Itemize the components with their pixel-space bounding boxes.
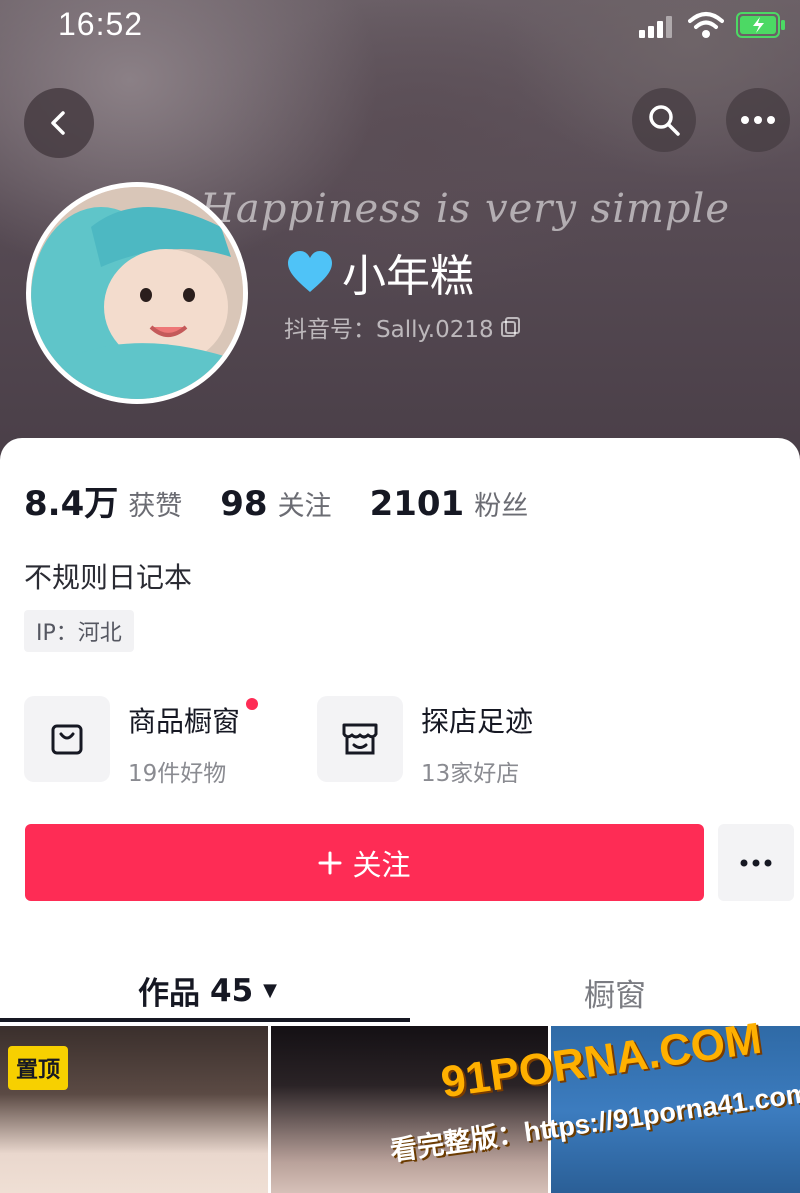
- battery-charging-icon: [736, 12, 785, 38]
- cellular-signal-icon: [639, 16, 672, 38]
- store-visits-entry[interactable]: 探店足迹 13家好店: [317, 696, 533, 788]
- feature-icon-box: [24, 696, 110, 782]
- stat-followers[interactable]: 2101 粉丝: [370, 484, 529, 524]
- search-icon: [649, 105, 680, 136]
- feature-text: 探店足迹 13家好店: [421, 696, 533, 788]
- pinned-badge: 置顶: [8, 1046, 69, 1090]
- cover-tagline: Happiness is very simple: [200, 186, 730, 232]
- more-dots-icon: [741, 116, 775, 124]
- more-options-button[interactable]: [726, 88, 790, 152]
- status-time: 16:52: [58, 6, 144, 42]
- wifi-icon: [688, 12, 724, 38]
- stat-label: 粉丝: [474, 491, 529, 522]
- nickname: 小年糕: [286, 240, 474, 304]
- avatar-photo: [31, 187, 243, 399]
- caret-down-icon[interactable]: ▼: [263, 980, 277, 1001]
- avatar[interactable]: [26, 182, 248, 404]
- shopping-bag-icon: [51, 724, 83, 755]
- feature-subtitle: 19件好物: [128, 761, 227, 787]
- stat-following[interactable]: 98 关注: [220, 484, 331, 524]
- feature-title-text: 商品橱窗: [128, 705, 241, 738]
- douyin-id[interactable]: 抖音号：Sally.0218: [284, 310, 522, 344]
- status-bar: 16:52: [0, 0, 800, 50]
- bio: 不规则日记本: [24, 561, 193, 594]
- profile-cover: 16:52 Happiness is very simple 小年糕 抖音号：S…: [0, 0, 800, 460]
- copy-icon[interactable]: [500, 316, 522, 338]
- product-showcase-entry[interactable]: 商品橱窗 19件好物: [24, 696, 259, 788]
- profile-sheet: 8.4万 获赞 98 关注 2101 粉丝 不规则日记本 IP：河北 商品橱窗 …: [0, 438, 800, 1193]
- notification-dot: [246, 698, 259, 710]
- feature-icon-box: [317, 696, 403, 782]
- douyin-id-text: 抖音号：Sally.0218: [284, 317, 494, 343]
- chevron-left-icon: [51, 111, 65, 135]
- video-thumbnail[interactable]: 置顶: [0, 1026, 268, 1193]
- stat-value: 98: [220, 484, 268, 524]
- feature-subtitle: 13家好店: [421, 761, 520, 787]
- tab-showcase[interactable]: 橱窗: [584, 970, 646, 1015]
- follow-button-label: 关注: [352, 847, 411, 882]
- active-tab-indicator: [0, 1018, 410, 1022]
- back-button[interactable]: [24, 88, 94, 158]
- follow-more-button[interactable]: [718, 824, 794, 901]
- search-button[interactable]: [632, 88, 696, 152]
- nickname-text: 小年糕: [342, 251, 474, 302]
- feature-title: 商品橱窗: [128, 698, 259, 740]
- stat-value: 8.4万: [24, 484, 119, 524]
- tab-works-count: 45: [210, 972, 254, 1009]
- tab-works[interactable]: 作品 45 ▼: [138, 968, 277, 1013]
- feature-text: 商品橱窗 19件好物: [128, 696, 259, 788]
- profile-stats: 8.4万 获赞 98 关注 2101 粉丝: [24, 476, 566, 525]
- profile-tabs: 作品 45 ▼ 橱窗: [0, 948, 800, 1028]
- ip-location-tag: IP：河北: [24, 610, 134, 652]
- tab-works-label: 作品: [138, 976, 200, 1012]
- more-dots-icon: [740, 859, 772, 866]
- stat-label: 关注: [277, 491, 332, 522]
- blue-heart-icon: [288, 251, 332, 292]
- storefront-icon: [342, 723, 378, 755]
- feature-title: 探店足迹: [421, 705, 534, 738]
- plus-icon: [318, 851, 342, 874]
- stat-label: 获赞: [128, 491, 183, 522]
- follow-button[interactable]: 关注: [25, 824, 704, 901]
- stat-value: 2101: [369, 484, 465, 524]
- stat-likes: 8.4万 获赞: [24, 476, 182, 525]
